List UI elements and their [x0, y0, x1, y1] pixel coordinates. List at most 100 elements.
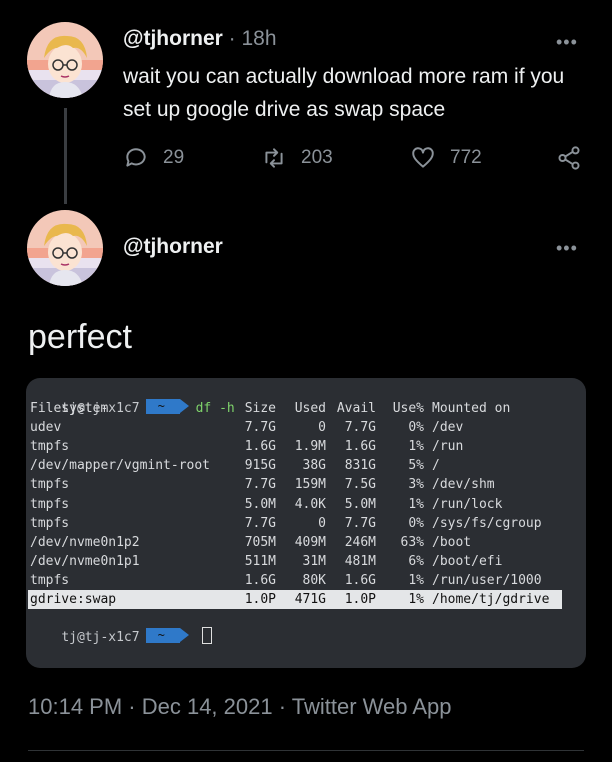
df-cell: 1.0P [344, 592, 376, 607]
df-cell: 1% [408, 439, 424, 455]
terminal-screenshot: tj@tj-x1c7 ~ df -h Filesystem Size Used Avail… [26, 378, 586, 668]
df-cell: tmpfs [30, 496, 70, 512]
df-cell: 1.6G [244, 439, 276, 455]
df-cell: 0% [408, 515, 424, 531]
divider [28, 750, 584, 751]
df-cell: 7.7G [344, 420, 376, 436]
df-cell: 3% [408, 477, 424, 493]
df-cell: 481M [344, 553, 376, 569]
reply-count: 29 [163, 147, 185, 168]
tweet-timestamp[interactable]: 10:14 PM · Dec 14, 2021 · Twitter Web Ap… [28, 694, 452, 720]
df-row: tmpfs 5.0M 4.0K 5.0M 1% /run/lock [26, 495, 586, 514]
df-cell: /run/user/1000 [432, 572, 542, 588]
df-header-row: Filesystem Size Used Avail Use% Mounted on [26, 399, 586, 418]
df-cell: /dev/mapper/vgmint-root [30, 458, 211, 474]
df-cell: 80K [302, 572, 326, 588]
df-cell: Use% [392, 401, 424, 416]
df-cell: 5.0M [244, 496, 276, 512]
df-cell: 7.7G [244, 477, 276, 493]
df-cell: 915G [244, 458, 276, 474]
avatar[interactable] [27, 210, 103, 286]
df-cell: 1% [408, 592, 424, 607]
df-cell: tmpfs [30, 572, 70, 588]
df-cell: Used [294, 401, 326, 416]
df-cell: /dev/nvme0n1p2 [30, 534, 140, 550]
prompt-line: tj@tj-x1c7 ~ [30, 608, 212, 645]
df-cell: 831G [344, 458, 376, 474]
df-cell: 409M [294, 534, 326, 550]
df-cell: Filesystem [30, 401, 109, 416]
df-cell: 1.9M [294, 439, 326, 455]
avatar-image [27, 210, 103, 286]
df-cell: /boot/efi [432, 553, 503, 569]
df-cell: 1.6G [344, 439, 376, 455]
df-row: tmpfs 1.6G 80K 1.6G 1% /run/user/1000 [26, 571, 586, 590]
df-cell: Mounted on [432, 401, 511, 416]
author-handle[interactable]: @tjhorner [123, 27, 223, 50]
df-row: tmpfs 7.7G 0 7.7G 0% /sys/fs/cgroup [26, 514, 586, 533]
df-cell: 6% [408, 553, 424, 569]
tweet-actions: 29 203 772 [123, 140, 593, 176]
retweet-icon [265, 148, 283, 168]
df-cell: /run [432, 439, 464, 455]
avatar-image [27, 22, 103, 98]
df-cell: /dev/shm [432, 477, 495, 493]
tweet-text: wait you can actually download more ram … [123, 65, 565, 121]
df-cell: 63% [400, 534, 424, 550]
thread-line [64, 108, 67, 204]
df-cell: udev [30, 420, 62, 436]
separator: · [228, 27, 236, 50]
tweet-text: perfect [28, 318, 132, 356]
df-cell: 1.0P [244, 592, 276, 607]
df-cell: 1% [408, 496, 424, 512]
df-cell: /boot [432, 534, 472, 550]
more-options-button[interactable]: ••• [556, 32, 578, 53]
df-cell: 7.5G [344, 477, 376, 493]
df-cell: 5.0M [344, 496, 376, 512]
more-options-button[interactable]: ••• [556, 238, 578, 259]
df-cell: /sys/fs/cgroup [432, 515, 542, 531]
df-cell: gdrive:swap [30, 592, 117, 607]
df-cell: 38G [302, 458, 326, 474]
prompt-arrow: ~ [145, 628, 190, 643]
df-cell: 159M [294, 477, 326, 493]
df-cell: tmpfs [30, 477, 70, 493]
df-cell: /dev/nvme0n1p1 [30, 553, 140, 569]
df-row: gdrive:swap 1.0P 471G 1.0P 1% /home/tj/gdrive [26, 590, 586, 609]
df-row: tmpfs 1.6G 1.9M 1.6G 1% /run [26, 437, 586, 456]
df-cell: 471G [294, 592, 326, 607]
df-cell: 4.0K [294, 496, 326, 512]
df-row: udev 7.7G 0 7.7G 0% /dev [26, 418, 586, 437]
df-cell: / [432, 458, 440, 474]
df-cell: tmpfs [30, 515, 70, 531]
share-button[interactable] [556, 140, 582, 176]
reply-button[interactable]: 29 [123, 140, 184, 176]
df-cell: 31M [302, 553, 326, 569]
avatar[interactable] [27, 22, 103, 98]
df-cell: 7.7G [244, 515, 276, 531]
df-cell: /home/tj/gdrive [432, 592, 550, 607]
tweet-time[interactable]: 18h [242, 27, 277, 50]
df-row: /dev/nvme0n1p1 511M 31M 481M 6% /boot/efi [26, 552, 586, 571]
df-row: /dev/nvme0n1p2 705M 409M 246M 63% /boot [26, 533, 586, 552]
df-cell: 0% [408, 420, 424, 436]
df-cell: Avail [336, 401, 376, 416]
df-cell: 1.6G [344, 572, 376, 588]
like-count: 772 [450, 147, 482, 168]
df-cell: 511M [244, 553, 276, 569]
df-cell: 1% [408, 572, 424, 588]
df-cell: /dev [432, 420, 464, 436]
df-row: tmpfs 7.7G 159M 7.5G 3% /dev/shm [26, 475, 586, 494]
cursor [201, 627, 212, 644]
df-cell: 246M [344, 534, 376, 550]
retweet-count: 203 [301, 147, 333, 168]
like-button[interactable]: 772 [410, 140, 482, 176]
author-handle[interactable]: @tjhorner [123, 235, 223, 259]
df-cell: 7.7G [244, 420, 276, 436]
prompt-user: tj@tj-x1c7 [61, 630, 140, 645]
reply-icon [126, 148, 146, 167]
prompt-line: tj@tj-x1c7 ~ df -h [30, 380, 235, 416]
retweet-button[interactable]: 203 [261, 140, 333, 176]
df-cell: 0 [318, 515, 326, 531]
df-cell: Size [244, 401, 276, 416]
